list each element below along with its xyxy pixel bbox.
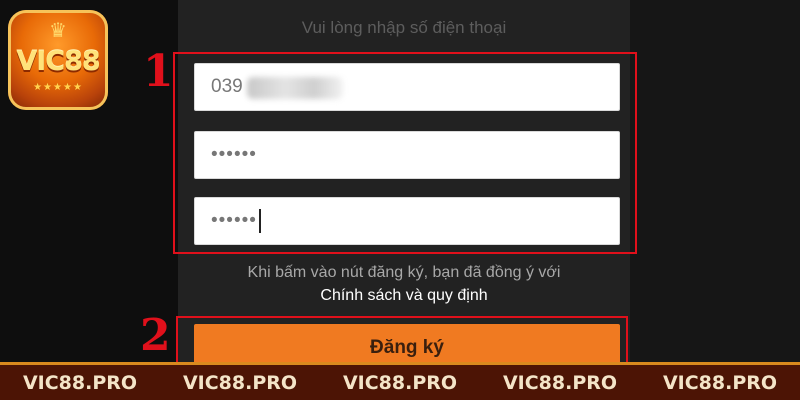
confirm-password-mask: ••••••	[211, 210, 257, 231]
terms-notice: Khi bấm vào nút đăng ký, bạn đã đồng ý v…	[247, 264, 561, 281]
footer-brand: VIC88.PRO	[342, 371, 458, 394]
right-backdrop	[630, 0, 800, 362]
register-highlight-box	[176, 316, 628, 364]
step-1-label: 1	[143, 46, 174, 97]
phone-input[interactable]: 039	[194, 63, 620, 111]
footer-brand: VIC88.PRO	[662, 371, 778, 394]
confirm-password-input[interactable]: ••••••	[194, 197, 620, 245]
logo-stars: ★★★★★	[33, 82, 83, 93]
password-input[interactable]: ••••••	[194, 131, 620, 179]
logo-brand-text: VIC88	[16, 46, 100, 77]
text-caret	[258, 208, 261, 233]
footer-watermark-bar: VIC88.PRO VIC88.PRO VIC88.PRO VIC88.PRO …	[0, 362, 800, 400]
policy-link[interactable]: Chính sách và quy định	[178, 287, 630, 305]
crown-icon: ♛	[49, 20, 67, 42]
footer-brand: VIC88.PRO	[502, 371, 618, 394]
phone-input-value: 039	[211, 76, 243, 97]
step-2-label: 2	[140, 310, 171, 361]
vic88-logo: ♛ VIC88 ★★★★★	[8, 10, 108, 110]
footer-brand: VIC88.PRO	[22, 371, 138, 394]
phone-hint-text: Vui lòng nhập số điện thoại	[301, 18, 507, 37]
footer-brand: VIC88.PRO	[182, 371, 298, 394]
phone-number-redaction	[247, 77, 343, 99]
password-mask: ••••••	[211, 144, 257, 165]
